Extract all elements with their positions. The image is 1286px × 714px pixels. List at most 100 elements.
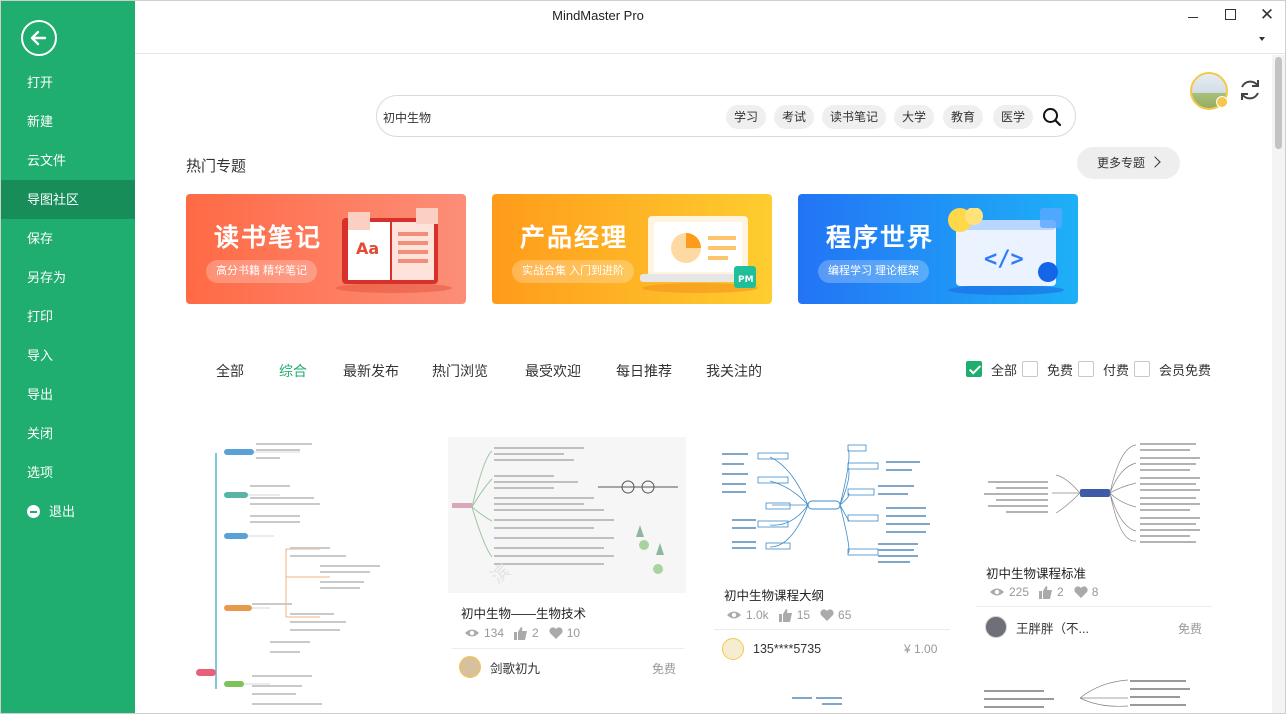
banner-title: 读书笔记 bbox=[214, 224, 323, 252]
user-avatar[interactable] bbox=[1190, 72, 1228, 110]
code-window-illustration-icon: </> bbox=[948, 208, 1064, 295]
tab-daily-picks[interactable]: 每日推荐 bbox=[616, 361, 672, 381]
sidebar-item-new[interactable]: 新建 bbox=[1, 102, 135, 141]
search-tag[interactable]: 读书笔记 bbox=[822, 105, 887, 129]
filter-label: 免费 bbox=[1047, 362, 1074, 378]
heart-icon bbox=[820, 609, 834, 621]
like-count: 15 bbox=[778, 608, 810, 622]
banner-subtitle: 编程学习 理论框架 bbox=[818, 260, 930, 283]
card-stats: 1.0k 15 65 bbox=[726, 608, 861, 622]
mindmap-card[interactable]: 初中生物课程标准 225 2 8 王胖胖（不... 免费 bbox=[976, 437, 1212, 649]
filter-all[interactable]: 全部 bbox=[966, 361, 1017, 378]
checkbox[interactable] bbox=[1078, 361, 1094, 377]
sidebar-item-save[interactable]: 保存 bbox=[1, 219, 135, 258]
banner-programming[interactable]: 程序世界 编程学习 理论框架 </> bbox=[798, 194, 1078, 304]
sidebar-item-open[interactable]: 打开 bbox=[1, 63, 135, 102]
author-avatar bbox=[985, 616, 1007, 638]
maximize-button[interactable] bbox=[1220, 5, 1240, 25]
scrollbar-thumb[interactable] bbox=[1275, 57, 1282, 149]
favorite-count: 8 bbox=[1074, 585, 1098, 599]
sidebar: 打开 新建 云文件 导图社区 保存 另存为 打印 导入 导出 关闭 选项 退出 bbox=[1, 1, 135, 713]
mindmap-card[interactable]: 滨 初中生物——生物技术 134 2 10 剑歌初九 免费 bbox=[448, 437, 686, 689]
back-arrow-icon[interactable] bbox=[21, 20, 57, 56]
laptop-illustration-icon: PM bbox=[640, 216, 758, 293]
sidebar-item-cloud-files[interactable]: 云文件 bbox=[1, 141, 135, 180]
card-author[interactable]: 剑歌初九 bbox=[459, 656, 540, 678]
more-topics-button[interactable]: 更多专题 bbox=[1077, 147, 1180, 179]
tab-hot-views[interactable]: 热门浏览 bbox=[432, 361, 488, 381]
app-title: MindMaster Pro bbox=[552, 8, 644, 23]
eye-icon bbox=[990, 588, 1004, 596]
filter-member-free[interactable]: 会员免费 bbox=[1134, 361, 1212, 378]
sidebar-item-print[interactable]: 打印 bbox=[1, 297, 135, 336]
search-tag[interactable]: 学习 bbox=[726, 105, 767, 129]
card-stats: 225 2 8 bbox=[989, 585, 1108, 599]
title-bar: MindMaster Pro ✕ bbox=[135, 1, 1285, 54]
sidebar-item-close[interactable]: 关闭 bbox=[1, 414, 135, 453]
checkbox[interactable] bbox=[1022, 361, 1038, 377]
card-title[interactable]: 初中生物课程标准 bbox=[986, 563, 1086, 582]
vertical-scrollbar[interactable] bbox=[1272, 55, 1285, 713]
sidebar-item-import[interactable]: 导入 bbox=[1, 336, 135, 375]
mindmap-thumbnail bbox=[722, 444, 930, 563]
refresh-icon[interactable] bbox=[1236, 76, 1264, 104]
mindmap-thumbnail bbox=[984, 443, 1200, 543]
search-tag[interactable]: 教育 bbox=[943, 105, 984, 129]
mindmap-thumbnail bbox=[792, 697, 842, 705]
card-divider bbox=[714, 629, 950, 630]
mindmap-card[interactable]: 初中生物课程大纲 1.0k 15 65 135****5735 ¥ 1.00 bbox=[712, 437, 950, 705]
banner-subtitle: 高分书籍 精华笔记 bbox=[206, 260, 318, 283]
mindmap-card[interactable] bbox=[190, 437, 430, 713]
like-count: 2 bbox=[514, 626, 539, 640]
sidebar-item-label: 保存 bbox=[27, 231, 54, 246]
mindmap-thumbnail bbox=[196, 443, 380, 705]
sidebar-item-label: 打印 bbox=[27, 309, 54, 324]
sidebar-item-exit[interactable]: 退出 bbox=[1, 492, 135, 531]
search-icon[interactable] bbox=[1041, 106, 1063, 128]
thumbs-up-icon bbox=[1039, 585, 1053, 599]
tab-following[interactable]: 我关注的 bbox=[706, 361, 762, 381]
sidebar-item-label: 导出 bbox=[27, 387, 54, 402]
filter-paid[interactable]: 付费 bbox=[1078, 361, 1129, 378]
banner-art-label: PM bbox=[738, 275, 754, 285]
card-price: ¥ 1.00 bbox=[904, 642, 938, 656]
svg-text:Aa: Aa bbox=[356, 239, 379, 258]
search-tag[interactable]: 考试 bbox=[774, 105, 815, 129]
search-input[interactable] bbox=[383, 105, 703, 129]
sidebar-item-label: 云文件 bbox=[27, 153, 67, 168]
card-stats: 134 2 10 bbox=[464, 626, 590, 640]
sidebar-item-label: 退出 bbox=[49, 504, 76, 519]
card-title[interactable]: 初中生物——生物技术 bbox=[461, 603, 586, 622]
sidebar-item-save-as[interactable]: 另存为 bbox=[1, 258, 135, 297]
search-tag[interactable]: 医学 bbox=[993, 105, 1034, 129]
like-count: 2 bbox=[1039, 585, 1064, 599]
tab-all[interactable]: 全部 bbox=[216, 361, 244, 381]
close-button[interactable]: ✕ bbox=[1257, 5, 1277, 25]
checkbox[interactable] bbox=[1134, 361, 1150, 377]
sidebar-item-community[interactable]: 导图社区 bbox=[1, 180, 135, 219]
caret-down-icon[interactable] bbox=[1259, 37, 1265, 41]
mindmap-thumbnail: 滨 bbox=[448, 437, 686, 593]
sidebar-item-options[interactable]: 选项 bbox=[1, 453, 135, 492]
thumbs-up-icon bbox=[778, 608, 792, 622]
view-count: 134 bbox=[464, 626, 504, 640]
card-divider bbox=[976, 606, 1212, 607]
sidebar-item-export[interactable]: 导出 bbox=[1, 375, 135, 414]
view-count: 225 bbox=[989, 585, 1029, 599]
banner-product-manager[interactable]: 产品经理 实战合集 入门到进阶 PM bbox=[492, 194, 772, 304]
card-title[interactable]: 初中生物课程大纲 bbox=[724, 585, 824, 604]
author-avatar bbox=[722, 638, 744, 660]
tab-latest[interactable]: 最新发布 bbox=[343, 361, 399, 381]
filter-label: 会员免费 bbox=[1159, 362, 1212, 378]
minimize-button[interactable] bbox=[1183, 5, 1203, 25]
card-author[interactable]: 王胖胖（不... bbox=[985, 616, 1089, 638]
banner-reading-notes[interactable]: 读书笔记 高分书籍 精华笔记 Aa bbox=[186, 194, 466, 304]
card-price: 免费 bbox=[652, 662, 677, 676]
tab-most-liked[interactable]: 最受欢迎 bbox=[525, 361, 581, 381]
filter-free[interactable]: 免费 bbox=[1022, 361, 1074, 378]
checkbox-checked[interactable] bbox=[966, 361, 982, 377]
card-author[interactable]: 135****5735 bbox=[722, 638, 821, 660]
tab-general[interactable]: 综合 bbox=[279, 361, 307, 381]
search-tag[interactable]: 大学 bbox=[894, 105, 935, 129]
sidebar-menu: 打开 新建 云文件 导图社区 保存 另存为 打印 导入 导出 关闭 选项 退出 bbox=[1, 63, 135, 531]
